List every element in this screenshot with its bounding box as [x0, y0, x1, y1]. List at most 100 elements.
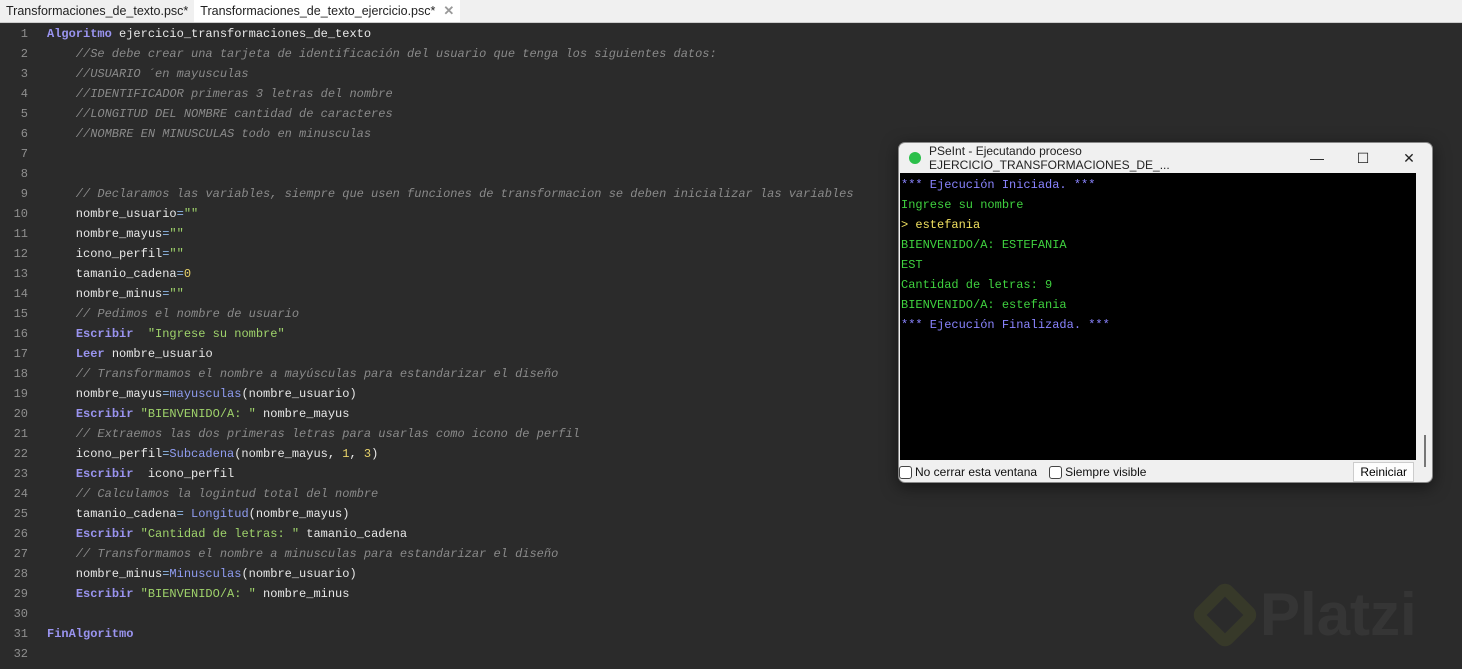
code-token: Leer [75, 347, 105, 361]
code-token: "" [169, 247, 184, 261]
code-token: icono_perfil [47, 247, 163, 261]
code-token: "BIENVENIDO/A: " [140, 407, 256, 421]
code-content: // Transformamos el nombre a mayúsculas … [28, 364, 559, 384]
code-token: Escribir [75, 327, 134, 341]
checkbox-label: No cerrar esta ventana [915, 465, 1038, 479]
code-line: 6 //NOMBRE EN MINUSCULAS todo en minuscu… [0, 124, 1462, 144]
code-token: = [176, 267, 184, 281]
line-number: 16 [13, 327, 28, 341]
code-line: 3 //USUARIO ´en mayusculas [0, 64, 1462, 84]
line-number: 12 [13, 247, 28, 261]
line-number: 4 [20, 87, 28, 101]
code-content: icono_perfil="" [28, 244, 184, 264]
console-line: EST [901, 258, 923, 272]
line-number: 17 [13, 347, 28, 361]
code-token: icono_perfil [47, 447, 163, 461]
code-token: // Transformamos el nombre a mayúsculas … [47, 367, 559, 381]
tab-transformaciones-de-texto-ejercicio[interactable]: Transformaciones_de_texto_ejercicio.psc*… [194, 0, 461, 22]
code-token: nombre_minus [47, 567, 163, 581]
console-line: *** Ejecución Finalizada. *** [901, 318, 1110, 332]
minimize-button[interactable]: — [1294, 150, 1340, 166]
code-token: "Ingrese su nombre" [147, 327, 285, 341]
code-token: icono_perfil [133, 467, 235, 481]
pseint-logo-icon [909, 152, 921, 164]
code-content: Escribir icono_perfil [28, 464, 234, 484]
code-token: Escribir [75, 467, 134, 481]
line-number: 32 [13, 647, 28, 661]
line-number: 31 [13, 627, 28, 641]
code-content: // Calculamos la logintud total del nomb… [28, 484, 378, 504]
line-number: 15 [13, 307, 28, 321]
code-token: tamanio_cadena [47, 267, 177, 281]
siempre-visible-checkbox[interactable]: Siempre visible [1049, 465, 1146, 479]
code-token: "" [183, 207, 199, 221]
reiniciar-button[interactable]: Reiniciar [1353, 462, 1414, 482]
scrollbar[interactable] [1424, 435, 1426, 467]
window-titlebar[interactable]: PSeInt - Ejecutando proceso EJERCICIO_TR… [899, 143, 1432, 173]
code-token: Escribir [75, 587, 134, 601]
checkbox-box[interactable] [1049, 465, 1063, 479]
console-line: > estefania [901, 218, 981, 232]
console-output[interactable]: *** Ejecución Iniciada. *** Ingrese su no… [900, 173, 1416, 460]
code-line: 25 tamanio_cadena= Longitud(nombre_mayus… [0, 504, 1462, 524]
code-token: "" [169, 287, 184, 301]
code-content: nombre_mayus="" [28, 224, 184, 244]
code-content: nombre_minus=Minusculas(nombre_usuario) [28, 564, 357, 584]
no-cerrar-checkbox[interactable]: No cerrar esta ventana [899, 465, 1037, 479]
console-line: *** Ejecución Iniciada. *** [901, 178, 1096, 192]
console-line: BIENVENIDO/A: estefania [901, 298, 1067, 312]
console-line: BIENVENIDO/A: ESTEFANIA [901, 238, 1067, 252]
code-token: //Se debe crear una tarjeta de identific… [47, 47, 717, 61]
line-number: 9 [20, 187, 28, 201]
code-token: "" [169, 227, 184, 241]
line-number: 18 [13, 367, 28, 381]
code-content [28, 164, 47, 184]
code-token: ) [371, 447, 379, 461]
code-content: // Pedimos el nombre de usuario [28, 304, 299, 324]
code-token: nombre_mayus [255, 407, 350, 421]
code-line: 4 //IDENTIFICADOR primeras 3 letras del … [0, 84, 1462, 104]
close-tab-icon[interactable]: ✕ [443, 0, 454, 22]
code-content: Escribir "BIENVENIDO/A: " nombre_minus [28, 584, 350, 604]
close-button[interactable]: ✕ [1386, 150, 1432, 167]
line-number: 2 [20, 47, 28, 61]
line-number: 21 [13, 427, 28, 441]
code-token: //IDENTIFICADOR primeras 3 letras del no… [47, 87, 393, 101]
code-token: //USUARIO ´en mayusculas [47, 67, 249, 81]
line-number: 5 [20, 107, 28, 121]
code-content: // Transformamos el nombre a minusculas … [28, 544, 559, 564]
maximize-button[interactable]: ☐ [1340, 150, 1386, 167]
code-content: tamanio_cadena=0 [28, 264, 191, 284]
code-token: Longitud [191, 507, 249, 521]
line-number: 13 [13, 267, 28, 281]
code-content: Escribir "Ingrese su nombre" [28, 324, 285, 344]
code-line: 27 // Transformamos el nombre a minuscul… [0, 544, 1462, 564]
tab-transformaciones-de-texto[interactable]: Transformaciones_de_texto.psc* [0, 0, 194, 22]
code-content [28, 144, 47, 164]
execution-window: PSeInt - Ejecutando proceso EJERCICIO_TR… [898, 142, 1433, 483]
code-content: Leer nombre_usuario [28, 344, 213, 364]
code-token: Escribir [75, 407, 134, 421]
code-token: nombre_minus [255, 587, 350, 601]
line-number: 6 [20, 127, 28, 141]
code-content: //LONGITUD DEL NOMBRE cantidad de caract… [28, 104, 393, 124]
code-token: //LONGITUD DEL NOMBRE cantidad de caract… [47, 107, 393, 121]
code-content: Escribir "BIENVENIDO/A: " nombre_mayus [28, 404, 350, 424]
code-token: , [349, 447, 364, 461]
line-number: 14 [13, 287, 28, 301]
checkbox-box[interactable] [899, 465, 912, 479]
line-number: 23 [13, 467, 28, 481]
line-number: 1 [20, 27, 28, 41]
code-token: // Transformamos el nombre a minusculas … [47, 547, 559, 561]
line-number: 26 [13, 527, 28, 541]
code-token: (nombre_usuario) [241, 567, 357, 581]
code-content [28, 604, 47, 624]
code-token: (nombre_mayus) [248, 507, 350, 521]
window-title: PSeInt - Ejecutando proceso EJERCICIO_TR… [929, 144, 1170, 172]
code-token: "Cantidad de letras: " [140, 527, 300, 541]
line-number: 19 [13, 387, 28, 401]
code-token: mayusculas [169, 387, 242, 401]
line-number: 27 [13, 547, 28, 561]
